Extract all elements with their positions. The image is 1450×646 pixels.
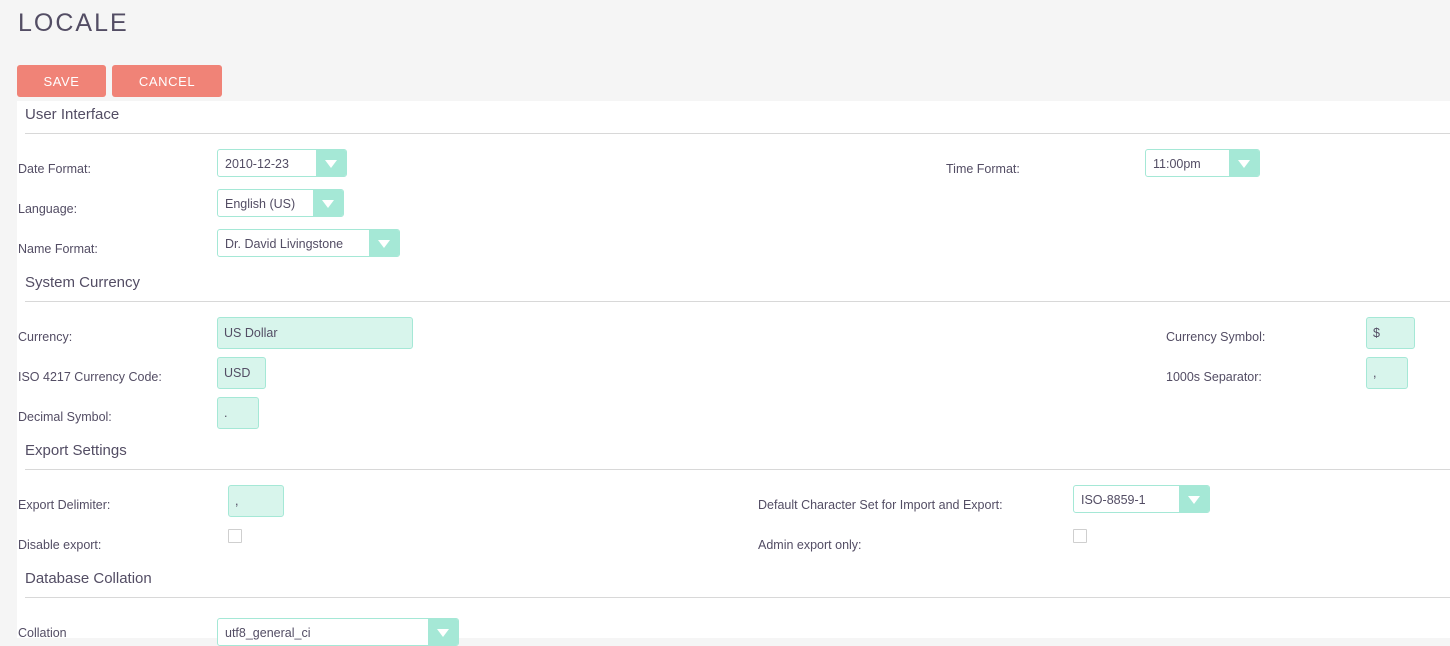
section-divider bbox=[25, 597, 1450, 598]
chevron-down-icon bbox=[428, 619, 458, 645]
disable-export-label: Disable export: bbox=[18, 538, 102, 552]
iso-currency-code-label: ISO 4217 Currency Code: bbox=[18, 370, 162, 384]
thousands-separator-label: 1000s Separator: bbox=[1166, 370, 1262, 384]
language-value: English (US) bbox=[225, 197, 296, 211]
time-format-value: 11:00pm bbox=[1153, 157, 1201, 171]
export-delimiter-input[interactable] bbox=[228, 485, 284, 517]
section-title-user-interface: User Interface bbox=[25, 106, 120, 123]
currency-label: Currency: bbox=[18, 330, 73, 344]
language-label: Language: bbox=[18, 202, 78, 216]
page-title: LOCALE bbox=[18, 9, 129, 37]
charset-select[interactable]: ISO-8859-1 bbox=[1073, 485, 1210, 513]
name-format-value: Dr. David Livingstone bbox=[225, 237, 344, 251]
collation-select[interactable]: utf8_general_ci bbox=[217, 618, 459, 646]
language-select[interactable]: English (US) bbox=[217, 189, 344, 217]
currency-symbol-label: Currency Symbol: bbox=[1166, 330, 1266, 344]
section-divider bbox=[25, 301, 1450, 302]
chevron-down-icon bbox=[313, 190, 343, 216]
cancel-button[interactable]: CANCEL bbox=[112, 65, 222, 97]
name-format-label: Name Format: bbox=[18, 242, 98, 256]
chevron-down-icon bbox=[316, 150, 346, 176]
iso-currency-code-input[interactable] bbox=[217, 357, 266, 389]
date-format-label: Date Format: bbox=[18, 162, 91, 176]
currency-input[interactable] bbox=[217, 317, 413, 349]
section-title-database-collation: Database Collation bbox=[25, 570, 152, 587]
date-format-value: 2010-12-23 bbox=[225, 157, 289, 171]
thousands-separator-input[interactable] bbox=[1366, 357, 1408, 389]
collation-value: utf8_general_ci bbox=[225, 626, 311, 640]
date-format-select[interactable]: 2010-12-23 bbox=[217, 149, 347, 177]
chevron-down-icon bbox=[369, 230, 399, 256]
section-divider bbox=[25, 133, 1450, 134]
section-divider bbox=[25, 469, 1450, 470]
locale-form-panel: User Interface Date Format: 2010-12-23 T… bbox=[17, 101, 1450, 646]
name-format-select[interactable]: Dr. David Livingstone bbox=[217, 229, 400, 257]
time-format-select[interactable]: 11:00pm bbox=[1145, 149, 1260, 177]
collation-label: Collation bbox=[18, 626, 67, 640]
chevron-down-icon bbox=[1179, 486, 1209, 512]
chevron-down-icon bbox=[1229, 150, 1259, 176]
disable-export-checkbox[interactable] bbox=[228, 529, 242, 543]
admin-export-only-checkbox[interactable] bbox=[1073, 529, 1087, 543]
charset-value: ISO-8859-1 bbox=[1081, 493, 1146, 507]
decimal-symbol-input[interactable] bbox=[217, 397, 259, 429]
decimal-symbol-label: Decimal Symbol: bbox=[18, 410, 112, 424]
save-button[interactable]: SAVE bbox=[17, 65, 106, 97]
charset-label: Default Character Set for Import and Exp… bbox=[758, 498, 1003, 512]
export-delimiter-label: Export Delimiter: bbox=[18, 498, 111, 512]
admin-export-only-label: Admin export only: bbox=[758, 538, 862, 552]
section-title-export-settings: Export Settings bbox=[25, 442, 127, 459]
currency-symbol-input[interactable] bbox=[1366, 317, 1415, 349]
section-title-system-currency: System Currency bbox=[25, 274, 141, 291]
time-format-label: Time Format: bbox=[946, 162, 1020, 176]
